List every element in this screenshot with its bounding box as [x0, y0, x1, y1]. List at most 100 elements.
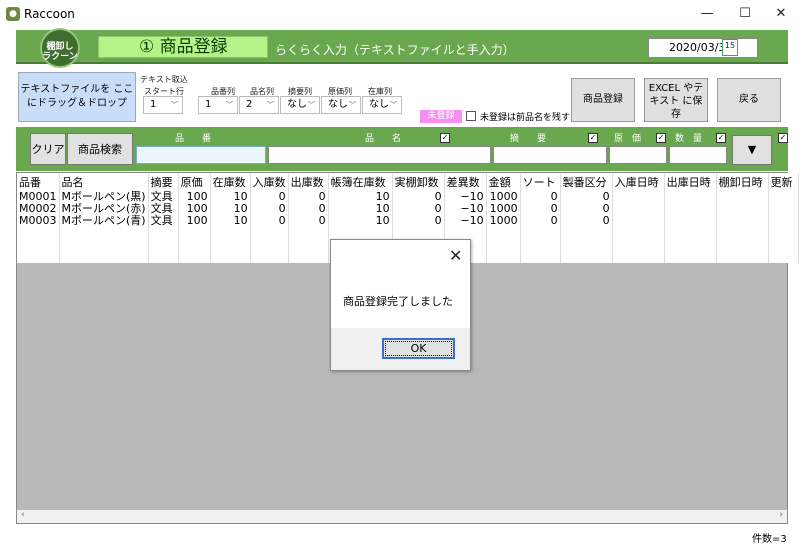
back-button[interactable]: 戻る	[717, 78, 781, 122]
unregistered-badge: 未登録	[420, 110, 462, 123]
scroll-left-icon[interactable]: ‹	[21, 510, 25, 520]
table-cell[interactable]	[716, 191, 769, 203]
table-cell[interactable]	[210, 251, 251, 263]
summary-search-input[interactable]	[493, 146, 607, 164]
table-cell[interactable]	[17, 251, 60, 263]
code-column-select[interactable]: 1 ﹀	[198, 96, 238, 114]
dialog-close-icon[interactable]: ✕	[449, 246, 462, 265]
table-cell[interactable]	[664, 215, 717, 227]
column-header[interactable]: 在庫数	[210, 173, 251, 191]
table-cell[interactable]	[59, 251, 149, 263]
table-cell[interactable]: Mボールペン(青)	[59, 215, 149, 227]
table-cell[interactable]	[716, 215, 769, 227]
table-cell[interactable]	[664, 239, 717, 251]
table-cell[interactable]	[612, 203, 665, 215]
table-cell[interactable]	[768, 251, 799, 263]
product-search-button[interactable]: 商品検索	[67, 133, 133, 165]
table-cell[interactable]	[768, 191, 799, 203]
column-header[interactable]: 実棚卸数	[392, 173, 445, 191]
horizontal-scrollbar[interactable]: ‹ ›	[17, 510, 787, 523]
table-cell[interactable]: 0	[560, 215, 613, 227]
file-drop-zone[interactable]: テキストファイルを ここにドラッグ＆ドロップ	[18, 72, 136, 122]
scroll-right-icon[interactable]: ›	[779, 510, 783, 520]
clear-button[interactable]: クリア	[30, 133, 66, 165]
name-search-input[interactable]	[268, 146, 491, 164]
table-cell[interactable]: 0	[392, 215, 445, 227]
column-header[interactable]: 差異数	[444, 173, 487, 191]
code-search-input[interactable]	[136, 146, 266, 164]
name-column-select[interactable]: 2 ﹀	[239, 96, 279, 114]
column-header[interactable]: 摘要	[148, 173, 179, 191]
table-cell[interactable]	[664, 251, 717, 263]
table-cell[interactable]	[716, 203, 769, 215]
table-cell[interactable]	[560, 227, 613, 239]
table-cell[interactable]	[768, 203, 799, 215]
column-header[interactable]: ソート	[520, 173, 561, 191]
table-cell[interactable]	[59, 239, 149, 251]
maximize-button[interactable]: ☐	[728, 0, 762, 28]
table-cell[interactable]	[612, 191, 665, 203]
table-cell[interactable]	[59, 227, 149, 239]
table-row[interactable]: M0003 Mボールペン(青) 文具 100 10 0 0 10 0 −10 1000 0 0	[17, 215, 799, 227]
table-cell[interactable]	[17, 239, 60, 251]
column-header[interactable]: 金額	[486, 173, 521, 191]
column-header[interactable]: 更新	[768, 173, 799, 191]
column-header[interactable]: 帳簿在庫数	[328, 173, 393, 191]
table-cell[interactable]	[664, 203, 717, 215]
table-cell[interactable]	[520, 251, 561, 263]
minimize-button[interactable]: —	[690, 0, 724, 28]
qty-checkbox[interactable]: ✓	[716, 133, 726, 143]
cost-column-select[interactable]: なし ﹀	[321, 96, 361, 114]
start-row-select[interactable]: 1 ﹀	[143, 96, 183, 114]
cost-column-value: なし	[328, 99, 348, 110]
table-cell[interactable]	[148, 251, 179, 263]
date-field[interactable]: 2020/03/31	[648, 38, 758, 58]
table-cell[interactable]: M0003	[17, 215, 60, 227]
cost-search-input[interactable]	[609, 146, 667, 164]
summary-checkbox[interactable]: ✓	[588, 133, 598, 143]
keep-name-checkbox[interactable]	[466, 111, 476, 121]
table-cell[interactable]	[664, 191, 717, 203]
extra-checkbox[interactable]: ✓	[778, 133, 788, 143]
summary-column-select[interactable]: なし ﹀	[280, 96, 320, 114]
column-header[interactable]: 出庫日時	[664, 173, 717, 191]
qty-search-input[interactable]	[669, 146, 727, 164]
table-cell[interactable]	[664, 227, 717, 239]
name-column-value: 2	[246, 99, 253, 110]
name-checkbox[interactable]: ✓	[440, 133, 450, 143]
register-button[interactable]: 商品登録	[571, 78, 635, 122]
table-cell[interactable]	[716, 227, 769, 239]
table-cell[interactable]	[560, 239, 613, 251]
table-row[interactable]	[17, 227, 799, 239]
table-cell[interactable]	[178, 251, 211, 263]
stock-column-select[interactable]: なし ﹀	[362, 96, 402, 114]
calendar-icon[interactable]: 15	[722, 39, 738, 56]
table-cell[interactable]	[250, 251, 289, 263]
close-window-button[interactable]: ✕	[764, 0, 798, 28]
column-header[interactable]: 出庫数	[288, 173, 329, 191]
cost-checkbox[interactable]: ✓	[656, 133, 666, 143]
export-button[interactable]: EXCEL やテキスト に保存	[644, 78, 708, 122]
table-cell[interactable]	[328, 227, 393, 239]
ok-button[interactable]: OK	[382, 338, 455, 359]
table-cell[interactable]	[288, 251, 329, 263]
table-cell[interactable]	[486, 251, 521, 263]
column-header[interactable]: 品番	[17, 173, 60, 191]
column-dropdown-button[interactable]: ▼	[732, 135, 772, 165]
table-cell[interactable]	[716, 239, 769, 251]
table-cell[interactable]	[560, 251, 613, 263]
table-cell[interactable]	[17, 227, 60, 239]
column-header[interactable]: 品名	[59, 173, 149, 191]
column-header[interactable]: 原価	[178, 173, 211, 191]
column-header[interactable]: 製番区分	[560, 173, 613, 191]
table-cell[interactable]	[612, 227, 665, 239]
column-header[interactable]: 入庫日時	[612, 173, 665, 191]
table-cell[interactable]	[392, 227, 445, 239]
column-header[interactable]: 入庫数	[250, 173, 289, 191]
table-cell[interactable]	[716, 251, 769, 263]
table-cell[interactable]	[612, 239, 665, 251]
table-cell[interactable]	[612, 251, 665, 263]
column-header[interactable]: 棚卸日時	[716, 173, 769, 191]
table-cell[interactable]: 10	[328, 215, 393, 227]
table-cell[interactable]	[612, 215, 665, 227]
